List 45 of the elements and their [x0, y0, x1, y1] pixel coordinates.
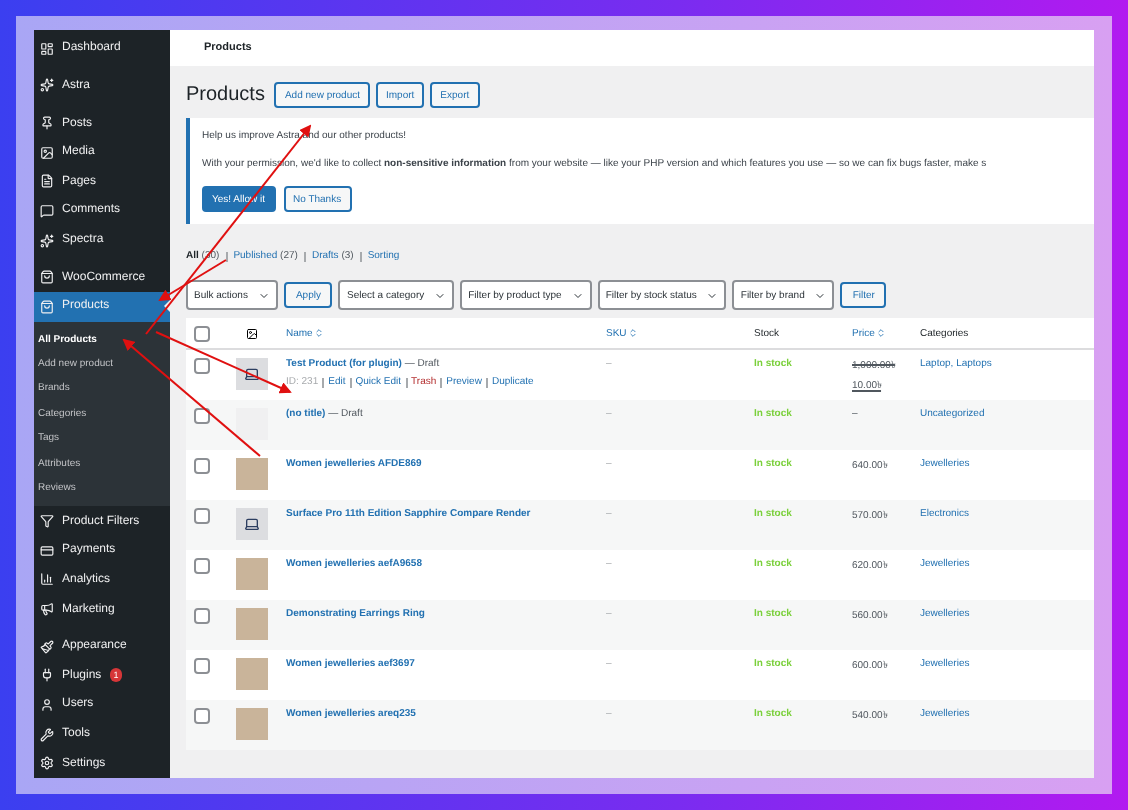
chevron-down-icon: [706, 289, 719, 301]
laptop-icon: [244, 516, 260, 532]
row-checkbox[interactable]: [194, 408, 210, 424]
sparkle-icon: [40, 78, 54, 93]
dashboard-icon: [40, 41, 54, 56]
row-checkbox[interactable]: [194, 358, 210, 374]
chevron-down-icon: [434, 289, 447, 301]
photo-placeholder: [236, 458, 268, 490]
photo-placeholder: [236, 708, 268, 740]
plug-icon: [40, 668, 54, 683]
chevron-down-icon: [571, 289, 584, 301]
bag-icon: [40, 299, 54, 314]
card-icon: [40, 543, 54, 558]
bag-icon: [40, 270, 54, 285]
laptop-icon: [244, 366, 260, 382]
sort-icon: [314, 328, 325, 338]
row-checkbox[interactable]: [194, 558, 210, 574]
page-title: Products: [186, 84, 265, 106]
select-all-checkbox[interactable]: [194, 325, 210, 341]
settings-icon: [40, 756, 54, 771]
chevron-down-icon: [257, 289, 270, 301]
user-icon: [40, 697, 54, 712]
photo-placeholder: [236, 608, 268, 640]
sort-icon: [628, 328, 639, 338]
photo-placeholder: [236, 558, 268, 590]
brush-icon: [40, 639, 54, 654]
image-icon: [40, 145, 54, 160]
row-checkbox[interactable]: [194, 458, 210, 474]
sort-icon: [876, 328, 887, 338]
pin-icon: [40, 116, 54, 131]
sparkle-icon: [40, 233, 54, 248]
chevron-down-icon: [814, 289, 827, 301]
row-checkbox[interactable]: [194, 508, 210, 524]
row-checkbox[interactable]: [194, 708, 210, 724]
bar-chart-icon: [40, 572, 54, 587]
image-icon: [246, 327, 258, 339]
page-icon: [40, 174, 54, 189]
comment-icon: [40, 203, 54, 218]
row-checkbox[interactable]: [194, 608, 210, 624]
filter-icon: [40, 514, 54, 529]
megaphone-icon: [40, 602, 54, 617]
photo-placeholder: [236, 658, 268, 690]
row-checkbox[interactable]: [194, 658, 210, 674]
wrench-icon: [40, 727, 54, 742]
image-placeholder: [236, 408, 268, 440]
